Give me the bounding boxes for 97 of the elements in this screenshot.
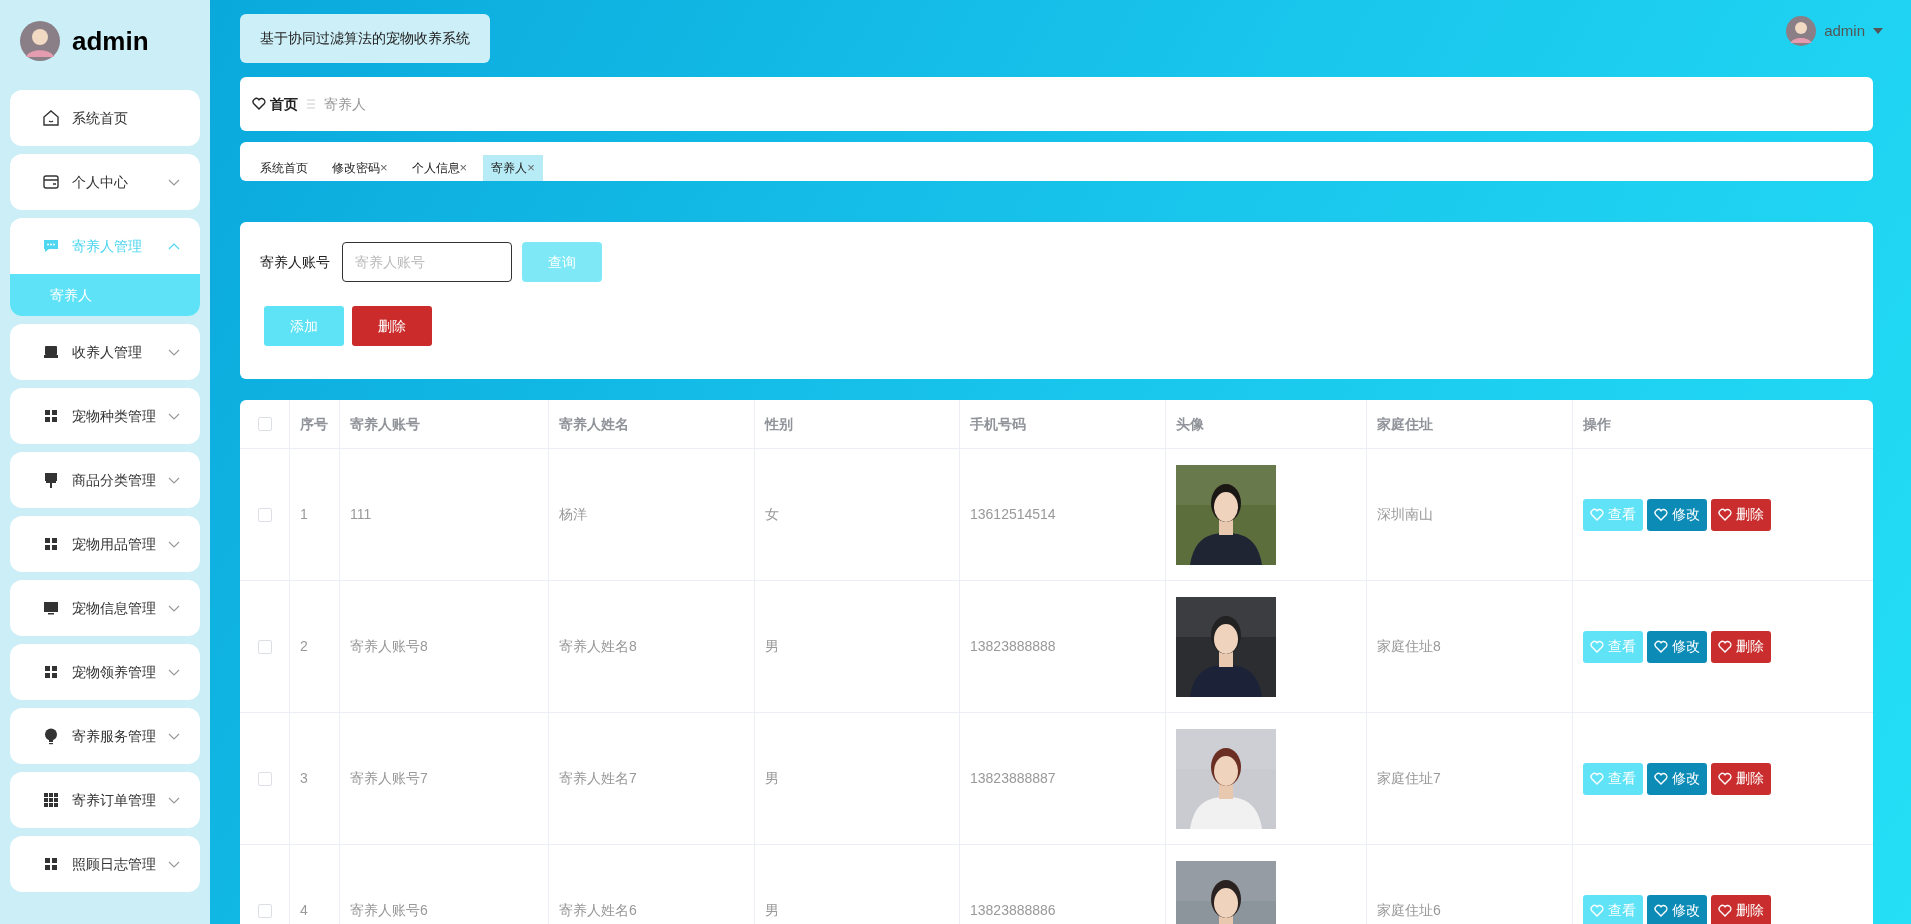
table-cell-text: 寄养人账号6 <box>350 901 428 920</box>
table-cell-text: 家庭住址8 <box>1377 637 1441 656</box>
delete-button[interactable]: 删除 <box>1711 894 1771 924</box>
heart-icon <box>1654 903 1668 918</box>
table-cell-text: 1 <box>300 505 308 524</box>
table-cell-text: 男 <box>765 769 779 788</box>
close-button[interactable]: × <box>380 158 388 178</box>
heart-icon <box>252 97 266 111</box>
grid-icon <box>42 791 60 809</box>
field-label: 寄养人账号 <box>260 252 330 272</box>
edit-button[interactable]: 修改 <box>1647 630 1707 663</box>
menu-item[interactable]: 寄养服务管理 <box>10 708 200 764</box>
delete-button[interactable]: 删除 <box>1711 630 1771 663</box>
heart-icon <box>1590 903 1604 918</box>
table-cell-text: 13823888886 <box>970 901 1056 920</box>
caret-icon <box>1873 28 1883 34</box>
heart-icon <box>1718 771 1732 786</box>
user-name: admin <box>72 24 149 58</box>
table-cell-text: 男 <box>765 901 779 920</box>
delete-button[interactable]: 删除 <box>352 306 432 346</box>
menu-item[interactable]: 系统首页 <box>10 90 200 146</box>
table-cell-text: 寄养人姓名7 <box>559 769 637 788</box>
column-header: 家庭住址 <box>1377 414 1433 434</box>
heart-icon <box>1718 639 1732 654</box>
column-header: 寄养人账号 <box>350 414 420 434</box>
chat-icon <box>42 237 60 255</box>
checkbox[interactable] <box>257 417 272 431</box>
table-cell-text: 深圳南山 <box>1377 505 1433 524</box>
heart-icon <box>1718 903 1732 918</box>
table-cell-text: 杨洋 <box>559 505 587 524</box>
column-header: 序号 <box>300 414 328 434</box>
table-cell-text: 2 <box>300 637 308 656</box>
column-header: 手机号码 <box>970 414 1026 434</box>
checkbox[interactable] <box>257 507 272 522</box>
table-cell-text: 寄养人账号8 <box>350 637 428 656</box>
card-icon <box>42 173 60 191</box>
menu-item[interactable]: 个人中心 <box>10 154 200 210</box>
table-cell-text: 13823888887 <box>970 769 1056 788</box>
breadcrumb-link[interactable]: 寄养人 <box>324 93 366 115</box>
breadcrumb-link[interactable]: 首页 <box>270 93 298 115</box>
menu-item[interactable]: 宠物信息管理 <box>10 580 200 636</box>
menu-item[interactable]: 寄养订单管理 <box>10 772 200 828</box>
grid-icon <box>42 855 60 873</box>
home-icon <box>42 109 60 127</box>
column-header: 操作 <box>1583 414 1611 434</box>
menu-item[interactable]: 宠物种类管理 <box>10 388 200 444</box>
edit-button[interactable]: 修改 <box>1647 762 1707 795</box>
grid-icon <box>42 663 60 681</box>
heart-icon <box>1590 639 1604 654</box>
table-cell-text: 13612514514 <box>970 505 1056 524</box>
column-header: 性别 <box>765 414 793 434</box>
checkbox[interactable] <box>257 639 272 654</box>
table-cell-text: 家庭住址6 <box>1377 901 1441 920</box>
menu-item[interactable]: 收养人管理 <box>10 324 200 380</box>
delete-button[interactable]: 删除 <box>1711 498 1771 531</box>
heart-icon <box>1654 771 1668 786</box>
menu-item[interactable]: 商品分类管理 <box>10 452 200 508</box>
close-button[interactable]: × <box>459 158 468 178</box>
close-button[interactable]: × <box>527 158 535 178</box>
column-header: 头像 <box>1176 414 1204 434</box>
edit-button[interactable]: 修改 <box>1647 894 1707 924</box>
heart-icon <box>1590 507 1604 522</box>
table-cell-text: 家庭住址7 <box>1377 769 1441 788</box>
table-cell-text: 13823888888 <box>970 637 1056 656</box>
heart-icon <box>1590 771 1604 786</box>
heart-icon <box>1718 507 1732 522</box>
checkbox[interactable] <box>257 771 272 786</box>
monitor-icon <box>42 599 60 617</box>
grid-icon <box>42 535 60 553</box>
table-cell-text: 寄养人姓名6 <box>559 901 637 920</box>
avatar-icon <box>1786 16 1817 46</box>
heart-icon <box>1654 639 1668 654</box>
table-cell-text: 111 <box>350 505 372 524</box>
edit-button[interactable]: 修改 <box>1647 498 1707 531</box>
table-cell-text: 男 <box>765 637 779 656</box>
menu-item[interactable]: 照顾日志管理 <box>10 836 200 892</box>
table-cell-text: 寄养人账号7 <box>350 769 428 788</box>
column-header: 寄养人姓名 <box>559 414 629 434</box>
delete-button[interactable]: 删除 <box>1711 762 1771 795</box>
menu-item[interactable]: 宠物用品管理 <box>10 516 200 572</box>
avatar-icon <box>20 21 60 61</box>
brush-icon <box>42 471 60 489</box>
search-field[interactable]: 寄养人账号 <box>342 242 512 282</box>
shop-icon <box>42 343 60 361</box>
app-title: 基于协同过滤算法的宠物收养系统 <box>240 14 490 63</box>
heart-icon <box>1654 507 1668 522</box>
checkbox[interactable] <box>257 903 272 918</box>
bulb-icon <box>42 727 60 745</box>
table-cell-text: 4 <box>300 901 308 920</box>
tab[interactable]: 寄养人× <box>483 155 543 181</box>
table-cell-text: 3 <box>300 769 308 788</box>
user-menu[interactable]: admin <box>1824 19 1865 43</box>
separator-icon <box>306 98 316 110</box>
table-cell-text: 女 <box>765 505 779 524</box>
table-cell-text: 寄养人姓名8 <box>559 637 637 656</box>
grid-icon <box>42 407 60 425</box>
menu-item[interactable]: 宠物领养管理 <box>10 644 200 700</box>
